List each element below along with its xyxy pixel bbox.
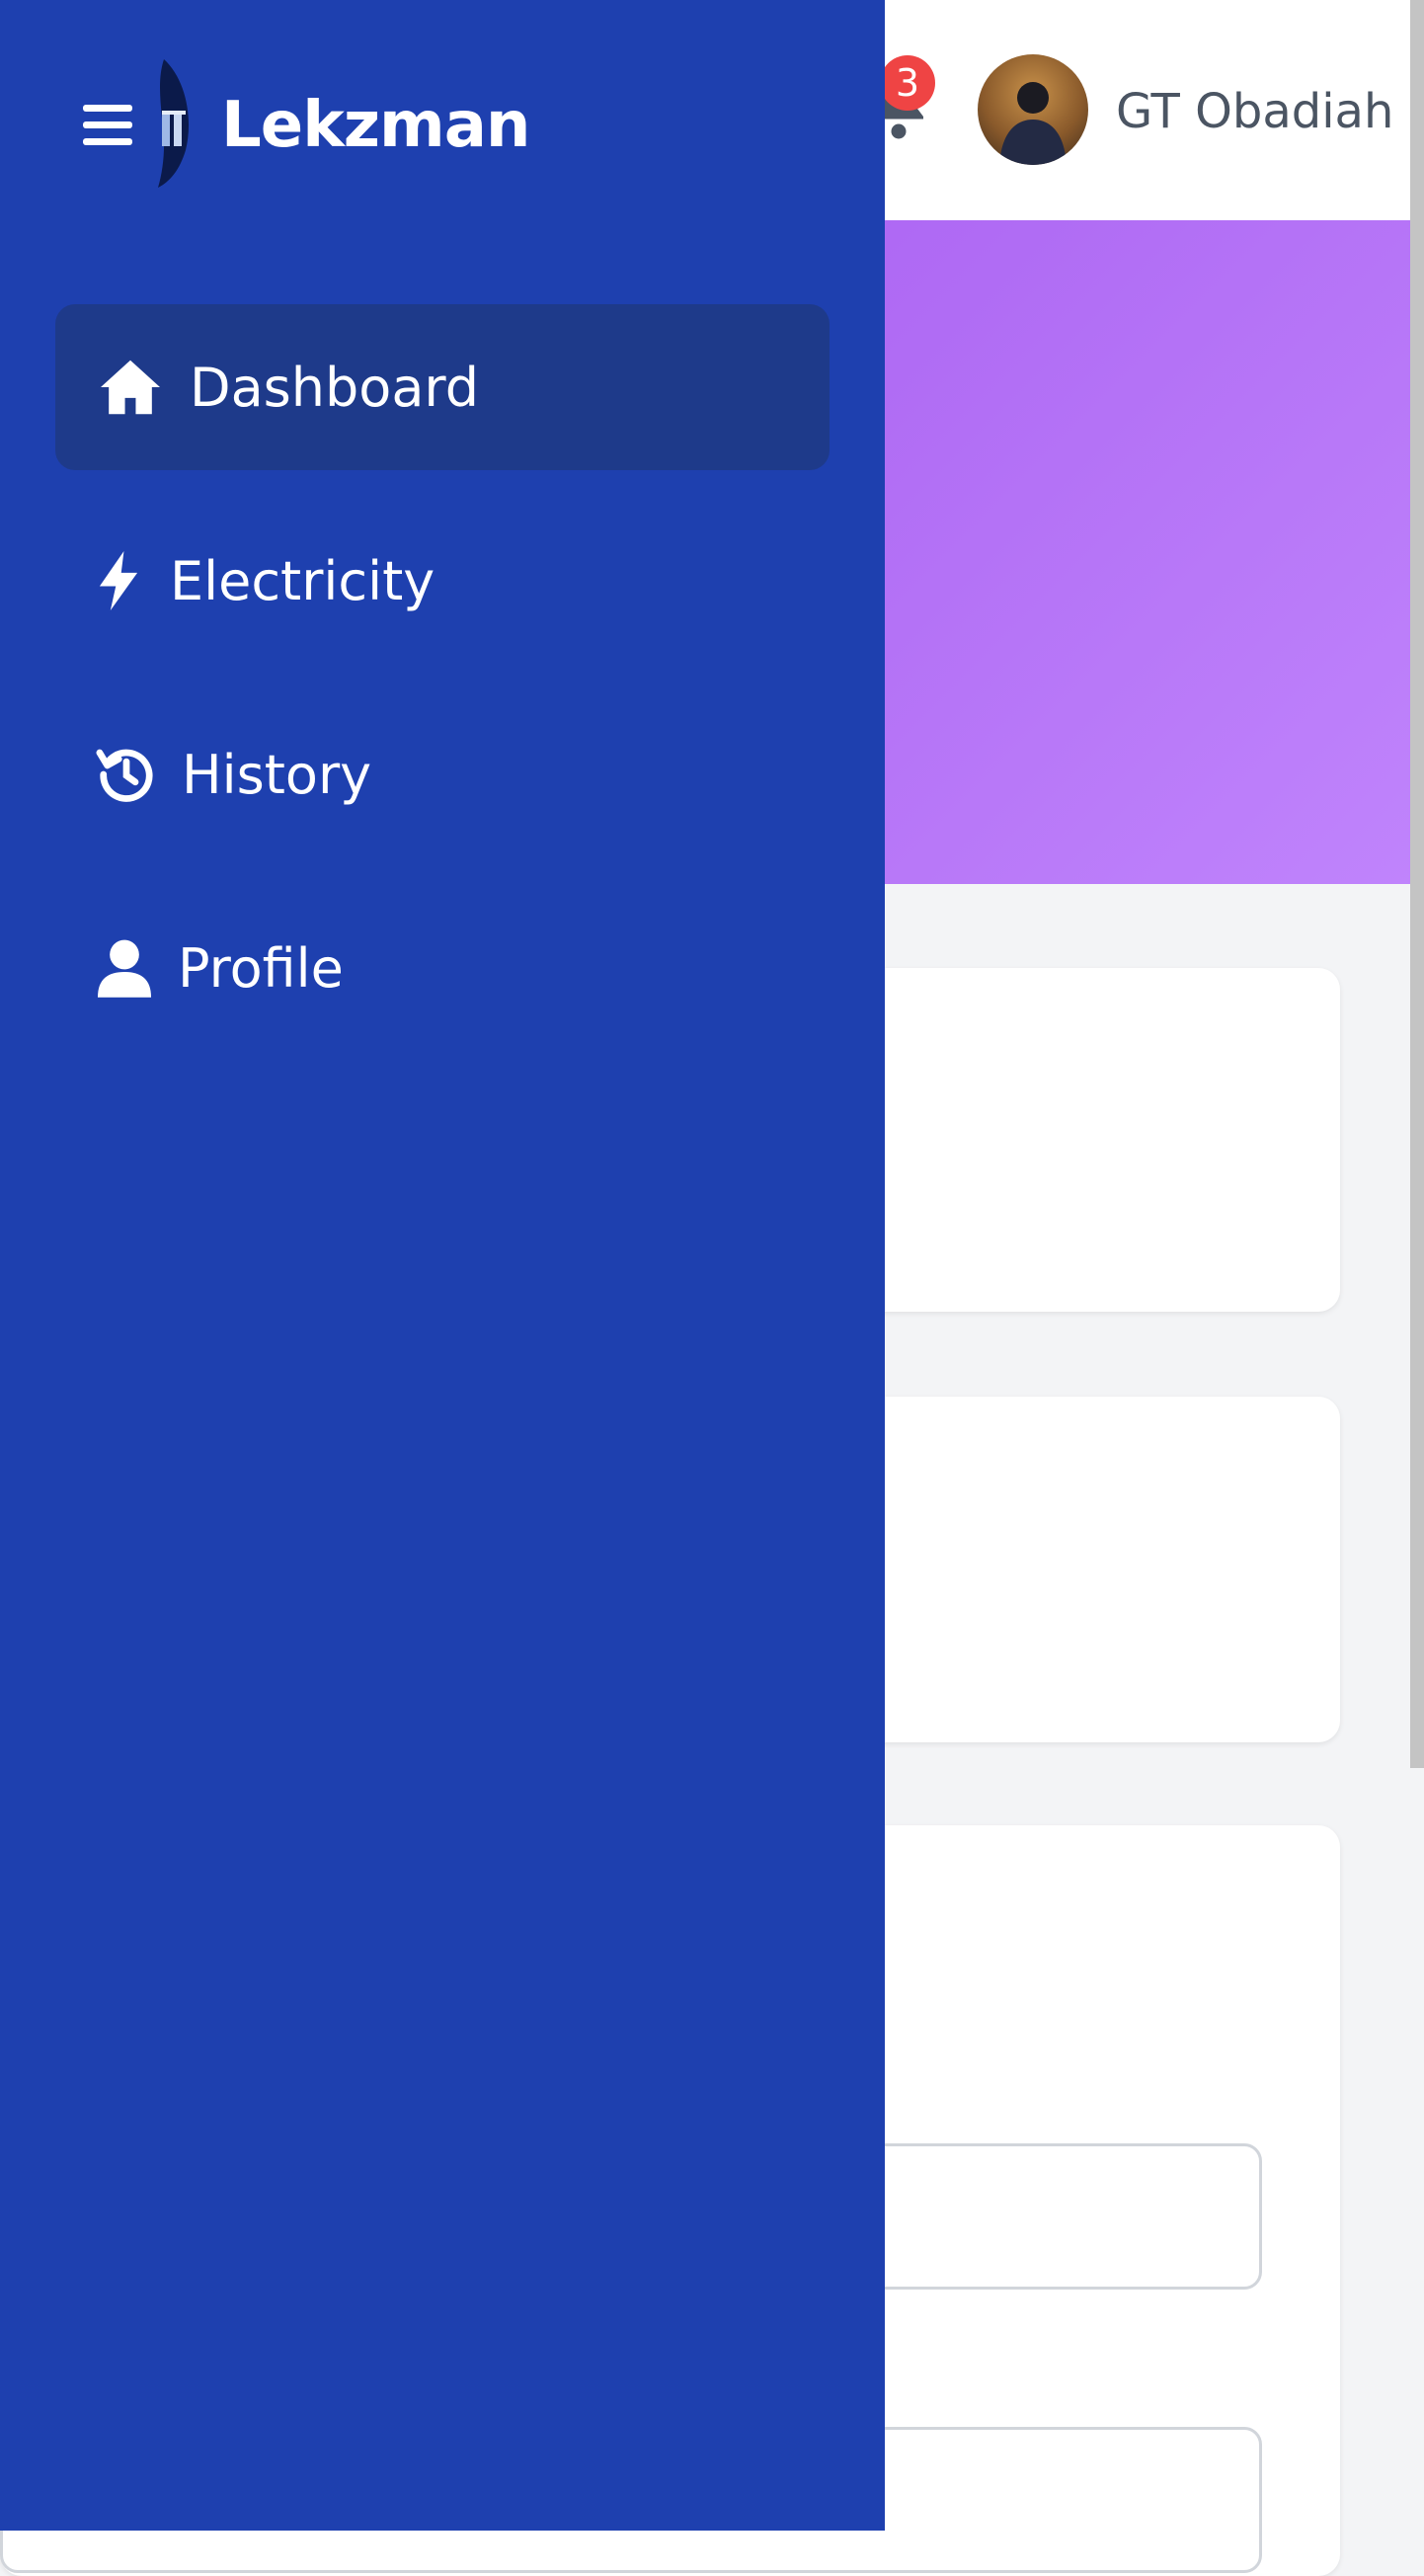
sidebar-item-label: Electricity: [170, 549, 435, 612]
sidebar-item-label: Dashboard: [190, 356, 479, 419]
sidebar: Lekzman Dashboard Electricity History Pr…: [0, 0, 885, 2531]
home-icon: [95, 352, 166, 423]
sidebar-item-label: History: [182, 743, 372, 806]
avatar-image: [999, 82, 1067, 165]
user-name[interactable]: GT Obadiah: [1116, 77, 1393, 146]
sidebar-item-label: Profile: [178, 936, 344, 1000]
sidebar-item-history[interactable]: History: [55, 691, 830, 857]
sidebar-item-profile[interactable]: Profile: [55, 885, 830, 1051]
scrollbar[interactable]: [1410, 0, 1424, 1768]
menu-icon[interactable]: [83, 105, 132, 146]
sidebar-item-electricity[interactable]: Electricity: [55, 498, 830, 664]
user-icon: [95, 932, 154, 1004]
notification-badge: 3: [880, 55, 935, 111]
avatar[interactable]: [978, 54, 1088, 165]
logo-icon: [158, 59, 190, 188]
sidebar-item-dashboard[interactable]: Dashboard: [55, 304, 830, 470]
brand-name[interactable]: Lekzman: [221, 81, 530, 170]
lightning-icon: [91, 545, 146, 616]
history-icon: [95, 739, 158, 810]
